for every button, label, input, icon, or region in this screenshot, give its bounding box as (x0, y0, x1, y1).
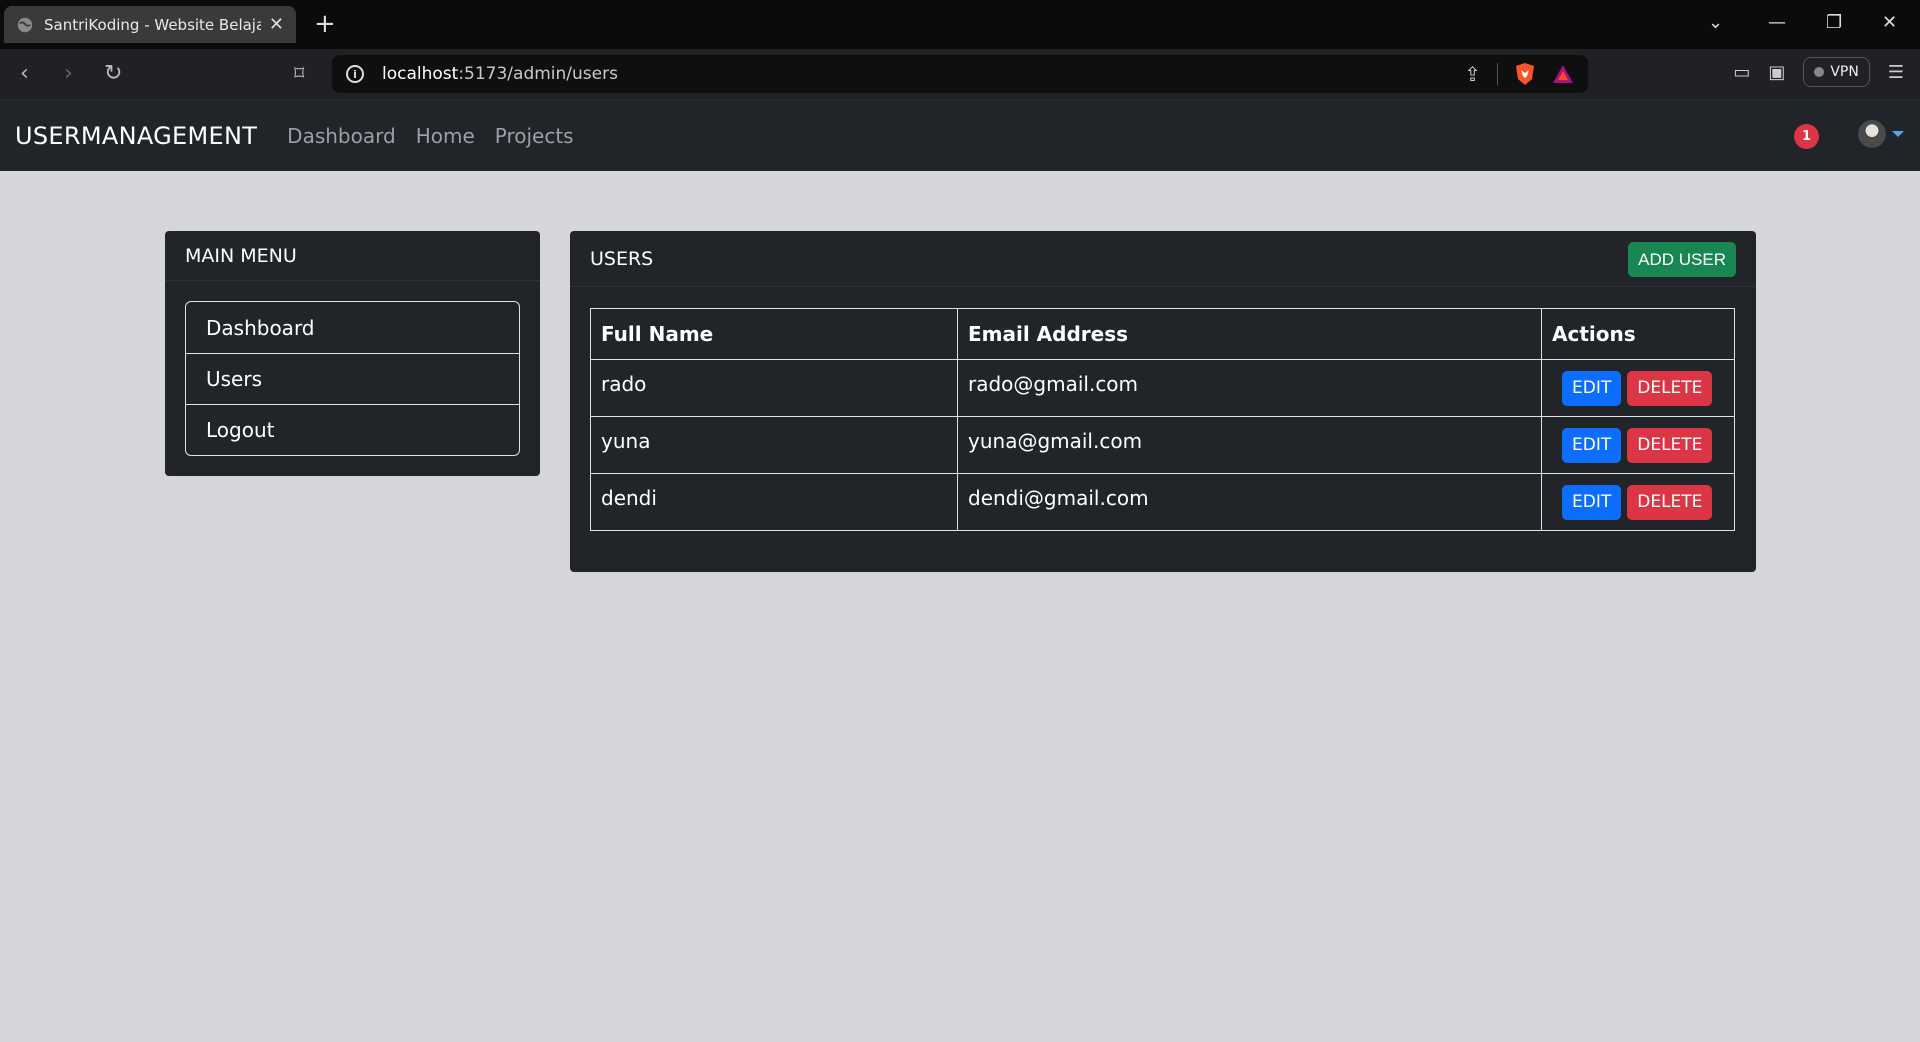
users-header: USERS ADD USER (570, 231, 1756, 287)
column-header-email: Email Address (957, 308, 1542, 360)
tab-search-icon[interactable]: ⌄ (1708, 12, 1723, 33)
window-close-icon[interactable]: ✕ (1882, 12, 1897, 33)
actions-cell: EDIT DELETE (1541, 473, 1735, 531)
globe-icon (17, 17, 33, 32)
main-menu-card: MAIN MENU Dashboard Users Logout (165, 231, 540, 476)
main-menu-list: Dashboard Users Logout (185, 301, 520, 456)
share-icon[interactable]: ⇪ (1464, 62, 1481, 86)
add-user-button[interactable]: ADD USER (1628, 242, 1736, 277)
menu-item-users[interactable]: Users (186, 353, 519, 404)
actions-cell: EDIT DELETE (1541, 416, 1735, 474)
tab-close-icon[interactable]: ✕ (269, 14, 284, 35)
browser-actions: ▭ ▣ VPN ☰ (1733, 57, 1904, 87)
site-info-icon[interactable]: i (346, 65, 364, 83)
nav-link-home[interactable]: Home (416, 124, 475, 148)
reload-icon[interactable]: ↻ (104, 61, 122, 86)
user-name-cell: yuna (590, 416, 958, 474)
address-bar[interactable]: i localhost :5173/admin/users ⇪ (332, 55, 1588, 93)
main-menu-title: MAIN MENU (165, 231, 540, 281)
users-title: USERS (590, 248, 654, 270)
nav-link-dashboard[interactable]: Dashboard (287, 124, 396, 148)
new-tab-button[interactable]: + (314, 10, 336, 38)
address-host: localhost (382, 64, 459, 84)
minimize-icon[interactable]: — (1768, 12, 1786, 33)
menu-icon[interactable]: ☰ (1888, 62, 1904, 83)
vpn-status-icon (1814, 67, 1825, 77)
chevron-down-icon[interactable] (1892, 131, 1904, 137)
delete-button[interactable]: DELETE (1627, 485, 1713, 520)
browser-toolbar: ‹ › ↻ ⌑ i localhost :5173/admin/users ⇪ … (0, 49, 1920, 100)
browser-tab[interactable]: SantriKoding - Website Belajar C ✕ (4, 6, 296, 43)
delete-button[interactable]: DELETE (1627, 371, 1713, 406)
address-path: :5173/admin/users (458, 64, 618, 84)
actions-cell: EDIT DELETE (1541, 359, 1735, 417)
vpn-label: VPN (1830, 64, 1859, 80)
app-navbar: USERMANAGEMENT Dashboard Home Projects 1 (0, 100, 1920, 171)
table-row: rado rado@gmail.com EDIT DELETE (590, 359, 1735, 417)
wallet-icon[interactable]: ▣ (1768, 62, 1785, 83)
menu-item-logout[interactable]: Logout (186, 404, 519, 455)
delete-button[interactable]: DELETE (1627, 428, 1713, 463)
brand-logo[interactable]: USERMANAGEMENT (15, 122, 257, 150)
restore-icon[interactable]: ❐ (1826, 12, 1842, 33)
users-table: Full Name Email Address Actions rado rad… (590, 308, 1735, 531)
user-email-cell: dendi@gmail.com (957, 473, 1542, 531)
bookmark-icon[interactable]: ⌑ (294, 61, 304, 85)
table-header-row: Full Name Email Address Actions (590, 308, 1735, 360)
nav-link-projects[interactable]: Projects (495, 124, 574, 148)
user-name-cell: rado (590, 359, 958, 417)
browser-tabbar: SantriKoding - Website Belajar C ✕ + ⌄ —… (0, 0, 1920, 49)
user-email-cell: rado@gmail.com (957, 359, 1542, 417)
vpn-button[interactable]: VPN (1803, 57, 1870, 87)
edit-button[interactable]: EDIT (1562, 428, 1622, 463)
brave-shield-icon[interactable] (1514, 62, 1536, 86)
column-header-full-name: Full Name (590, 308, 958, 360)
table-row: yuna yuna@gmail.com EDIT DELETE (590, 416, 1735, 474)
back-icon[interactable]: ‹ (20, 61, 29, 86)
table-row: dendi dendi@gmail.com EDIT DELETE (590, 473, 1735, 531)
user-email-cell: yuna@gmail.com (957, 416, 1542, 474)
edit-button[interactable]: EDIT (1562, 371, 1622, 406)
notification-badge[interactable]: 1 (1794, 124, 1819, 149)
tab-title: SantriKoding - Website Belajar C (44, 15, 261, 34)
users-card: USERS ADD USER Full Name Email Address A… (570, 231, 1756, 572)
column-header-actions: Actions (1541, 308, 1735, 360)
forward-icon[interactable]: › (64, 61, 73, 86)
rewards-icon[interactable] (1552, 63, 1574, 85)
avatar[interactable] (1858, 120, 1886, 148)
sidebar-icon[interactable]: ▭ (1733, 62, 1750, 83)
divider (1497, 63, 1498, 85)
menu-item-dashboard[interactable]: Dashboard (186, 302, 519, 353)
edit-button[interactable]: EDIT (1562, 485, 1622, 520)
user-name-cell: dendi (590, 473, 958, 531)
